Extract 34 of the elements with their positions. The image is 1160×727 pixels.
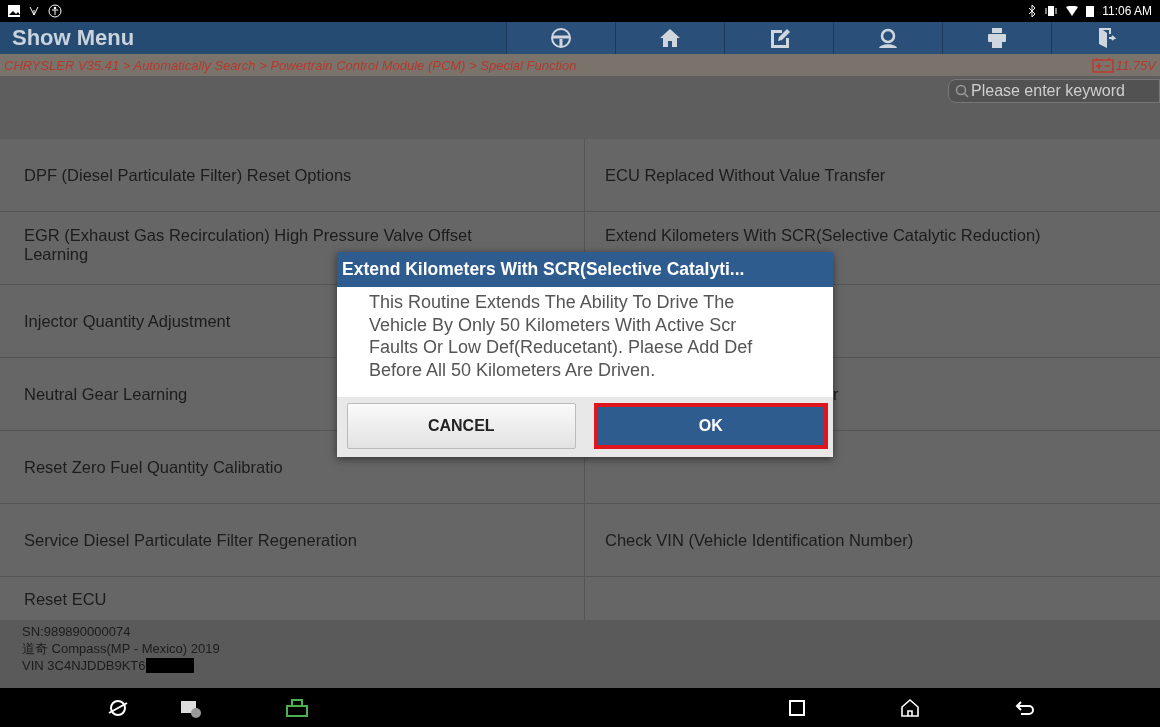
vehicle-model: 道奇 Compass(MP - Mexico) 2019: [22, 640, 221, 657]
battery-icon: [1091, 57, 1114, 73]
serial-number: SN:989890000074: [22, 623, 132, 640]
menu-item[interactable]: Reset ECU: [0, 577, 584, 621]
image-notification-icon: [8, 5, 20, 17]
cancel-button[interactable]: CANCEL: [347, 403, 576, 449]
status-time: 11:06 AM: [1102, 4, 1152, 18]
recent-apps-icon[interactable]: [789, 699, 805, 716]
browser-icon[interactable]: [108, 697, 128, 718]
vci-connector-icon[interactable]: [285, 697, 309, 718]
menu-item[interactable]: ECU Replaced Without Value Transfer: [584, 139, 1160, 211]
voltage-reading: 11.75V: [1115, 57, 1156, 73]
search-icon: [955, 84, 969, 98]
vibrate-icon: [1044, 5, 1059, 17]
redaction-block: [145, 658, 194, 673]
menu-item[interactable]: Check VIN (Vehicle Identification Number): [584, 504, 1160, 576]
steering-wheel-icon[interactable]: [549, 26, 573, 50]
dialog-title: Extend Kilometers With SCR(Selective Catalyti...: [337, 252, 833, 287]
printer-icon[interactable]: [985, 26, 1009, 50]
ok-button[interactable]: OK: [593, 403, 828, 449]
app-title: Show Menu: [12, 25, 135, 51]
support-agent-icon[interactable]: [876, 26, 900, 50]
breadcrumb: CHRYSLER V35.41 > Automatically Search > Powertrain Control Module (PCM) > Special Function: [4, 57, 577, 73]
battery-icon: [1086, 5, 1095, 17]
home-icon[interactable]: [900, 697, 920, 718]
back-icon[interactable]: [1015, 698, 1035, 717]
wifi-icon: [1066, 6, 1079, 16]
search-field[interactable]: Please enter keyword: [948, 79, 1160, 103]
accessibility-icon: [48, 4, 62, 18]
vin-number: VIN 3C4NJDDB9KT6: [22, 657, 146, 674]
menu-item[interactable]: Service Diesel Particulate Filter Regeneration: [0, 504, 584, 576]
menu-item[interactable]: DPF (Diesel Particulate Filter) Reset Options: [0, 139, 584, 211]
usb-icon: [28, 5, 40, 17]
bluetooth-icon: [1028, 5, 1037, 17]
